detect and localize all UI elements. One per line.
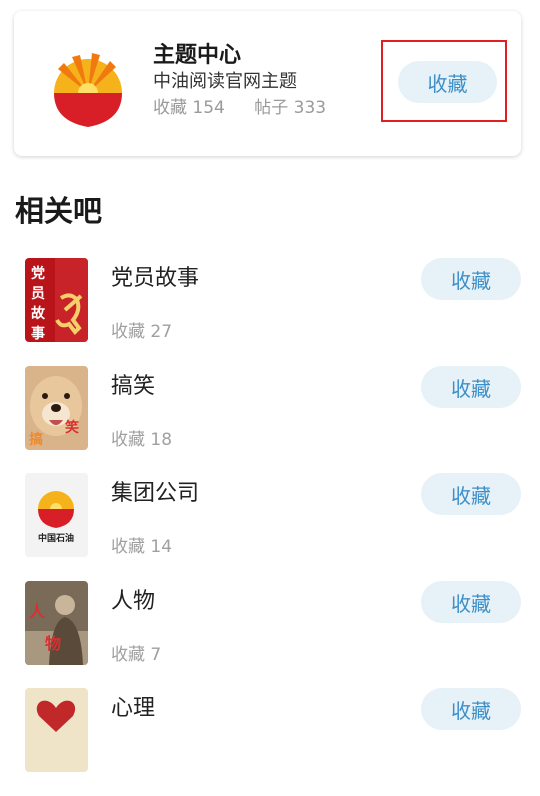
svg-text:事: 事 — [31, 325, 45, 342]
bar-favorite-button[interactable]: 收藏 — [421, 581, 521, 623]
list-item-group-company[interactable]: 中国石油 集团公司 收藏 14 收藏 — [0, 473, 540, 581]
svg-text:员: 员 — [31, 286, 45, 302]
bar-favorite-button[interactable]: 收藏 — [421, 688, 521, 730]
topic-favorites-count: 收藏 154 — [153, 98, 225, 118]
bar-favorites-count: 收藏 7 — [111, 645, 162, 665]
topic-posts-count: 帖子 333 — [254, 98, 327, 118]
svg-text:故: 故 — [31, 305, 46, 322]
svg-text:物: 物 — [45, 634, 61, 653]
bar-favorite-button[interactable]: 收藏 — [421, 366, 521, 408]
list-item-funny[interactable]: 搞 笑 搞笑 收藏 18 收藏 — [0, 366, 540, 474]
svg-text:搞: 搞 — [29, 431, 43, 448]
svg-text:党: 党 — [31, 265, 45, 282]
section-title: 相关吧 — [15, 194, 103, 228]
topic-card: 主题中心 中油阅读官网主题 收藏 154 帖子 333 收藏 — [14, 11, 521, 156]
svg-text:中国石油: 中国石油 — [38, 532, 74, 544]
topic-subtitle: 中油阅读官网主题 — [153, 71, 297, 92]
bar-name: 心理 — [111, 696, 156, 721]
topic-favorite-button[interactable]: 收藏 — [398, 61, 497, 103]
topic-stats: 收藏 154 帖子 333 — [153, 93, 326, 118]
psychology-thumbnail — [25, 688, 88, 772]
svg-text:人: 人 — [29, 602, 46, 621]
list-item-party-stories[interactable]: 党员故事 党员故事 收藏 27 收藏 — [0, 258, 540, 366]
list-item-psychology[interactable]: 心理 收藏 — [0, 688, 540, 796]
bar-favorites-count: 收藏 14 — [111, 537, 173, 557]
party-stories-thumbnail: 党员故事 — [25, 258, 88, 342]
topic-title: 主题中心 — [153, 43, 242, 68]
bar-favorite-button[interactable]: 收藏 — [421, 473, 521, 515]
people-thumbnail: 人 物 — [25, 581, 88, 665]
petrochina-logo-icon — [54, 53, 122, 127]
bar-name: 集团公司 — [111, 481, 200, 506]
bar-favorite-button[interactable]: 收藏 — [421, 258, 521, 300]
bar-name: 搞笑 — [111, 374, 156, 399]
svg-text:笑: 笑 — [65, 419, 79, 436]
bar-favorites-count: 收藏 18 — [111, 430, 173, 450]
petrochina-thumbnail: 中国石油 — [25, 473, 88, 557]
list-item-people[interactable]: 人 物 人物 收藏 7 收藏 — [0, 581, 540, 689]
funny-dog-thumbnail: 搞 笑 — [25, 366, 88, 450]
bar-favorites-count: 收藏 27 — [111, 322, 173, 342]
bar-name: 人物 — [111, 589, 156, 614]
bar-name: 党员故事 — [111, 266, 200, 291]
